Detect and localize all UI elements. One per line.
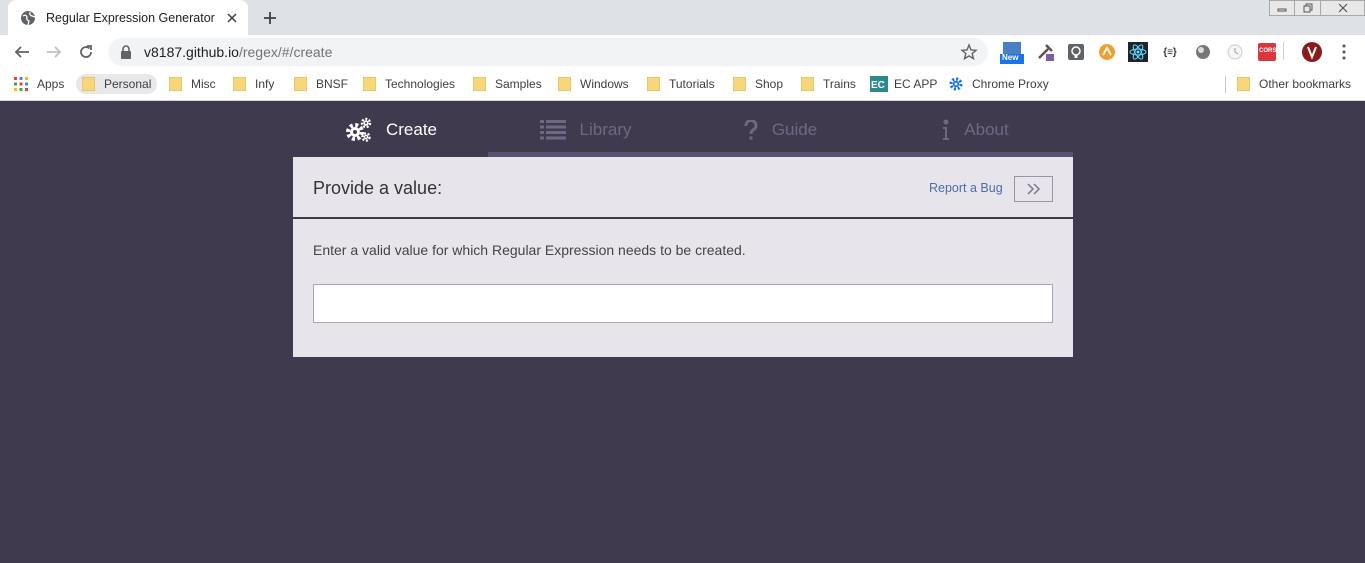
folder-icon: [800, 76, 815, 92]
browser-toolbar: v8187.github.io/regex/#/create New {≡} C…: [0, 35, 1365, 68]
bulb-extension-icon[interactable]: [1066, 42, 1086, 62]
new-extension-icon[interactable]: New: [1000, 41, 1024, 65]
gears-icon: [344, 117, 372, 143]
menu-kebab-icon[interactable]: [1334, 42, 1354, 62]
bookmark-other-bookmarks[interactable]: Other bookmarks: [1236, 74, 1351, 94]
gear-icon: [949, 77, 963, 91]
circle-extension-icon[interactable]: [1193, 42, 1213, 62]
bookmark-folder-infy[interactable]: Infy: [232, 74, 274, 94]
folder-icon: [293, 76, 308, 92]
bookmark-folder-bnsf[interactable]: BNSF: [293, 74, 348, 94]
svg-text:EC: EC: [871, 80, 885, 91]
folder-icon: [646, 76, 661, 92]
json-viewer-icon[interactable]: {≡}: [1160, 42, 1180, 62]
page-content: Create Library Guide About Provide a val…: [0, 102, 1365, 563]
bookmark-folder-tutorials[interactable]: Tutorials: [646, 74, 715, 94]
next-button[interactable]: [1014, 176, 1053, 202]
bookmark-folder-personal[interactable]: Personal: [76, 74, 158, 94]
app-nav-tabs: Create Library Guide About: [293, 102, 1073, 157]
value-input[interactable]: [313, 284, 1053, 323]
new-tab-button[interactable]: [258, 6, 282, 30]
browser-tabstrip: Regular Expression Generator: [0, 0, 1365, 35]
folder-icon: [1236, 76, 1251, 92]
report-bug-link[interactable]: Report a Bug: [929, 181, 1003, 195]
panel-header: Provide a value: Report a Bug: [293, 157, 1073, 219]
lock-icon: [120, 45, 132, 59]
cors-extension-icon[interactable]: CORS: [1257, 42, 1277, 62]
tab-about[interactable]: About: [878, 102, 1073, 157]
bookmark-folder-samples[interactable]: Samples: [472, 74, 542, 94]
instruction-text: Enter a valid value for which Regular Ex…: [313, 242, 746, 258]
folder-icon: [362, 76, 377, 92]
forward-button[interactable]: [42, 40, 66, 64]
info-icon: [942, 119, 950, 141]
double-chevron-right-icon: [1026, 183, 1041, 195]
eyedropper-extension-icon[interactable]: [1035, 42, 1055, 62]
restore-button[interactable]: [1295, 0, 1321, 16]
folder-icon: [168, 76, 183, 92]
browser-tab[interactable]: Regular Expression Generator: [8, 0, 248, 35]
folder-icon: [557, 76, 572, 92]
create-panel: Provide a value: Report a Bug Enter a va…: [293, 157, 1073, 357]
tab-guide[interactable]: Guide: [683, 102, 878, 157]
folder-icon: [232, 76, 247, 92]
tab-create[interactable]: Create: [293, 102, 488, 157]
toolbar-divider: [1283, 42, 1284, 60]
back-button[interactable]: [10, 40, 34, 64]
bookmark-folder-windows[interactable]: Windows: [557, 74, 629, 94]
folder-icon: [81, 76, 96, 92]
tab-title: Regular Expression Generator: [46, 10, 215, 25]
window-controls: [1269, 0, 1365, 18]
panel-title: Provide a value:: [313, 178, 443, 198]
bookmarks-bar: Apps Personal Misc Infy BNSF Technologie…: [0, 68, 1365, 101]
close-window-button[interactable]: [1321, 0, 1365, 16]
bookmark-star-icon[interactable]: [960, 43, 978, 61]
profile-avatar[interactable]: [1302, 42, 1322, 62]
bookmark-ec-app[interactable]: EC EC APP: [870, 74, 937, 94]
bookmark-apps[interactable]: Apps: [14, 74, 64, 94]
react-devtools-icon[interactable]: [1128, 42, 1148, 62]
question-icon: [744, 119, 758, 140]
folder-icon: [732, 76, 747, 92]
bookmark-folder-misc[interactable]: Misc: [168, 74, 216, 94]
orange-extension-icon[interactable]: [1097, 42, 1117, 62]
bookmark-folder-trains[interactable]: Trains: [800, 74, 856, 94]
minimize-button[interactable]: [1269, 0, 1295, 16]
apps-grid-icon: [14, 77, 28, 91]
bookmark-chrome-proxy[interactable]: Chrome Proxy: [949, 74, 1049, 94]
globe-icon: [20, 10, 36, 26]
list-icon: [539, 119, 566, 140]
address-bar[interactable]: v8187.github.io/regex/#/create: [108, 38, 988, 66]
bookmarks-separator: [1225, 76, 1226, 93]
bookmark-folder-technologies[interactable]: Technologies: [362, 74, 455, 94]
tab-library[interactable]: Library: [488, 102, 683, 157]
url-text: v8187.github.io/regex/#/create: [144, 44, 333, 60]
timer-extension-icon[interactable]: [1225, 42, 1245, 62]
reload-button[interactable]: [74, 40, 98, 64]
bookmark-folder-shop[interactable]: Shop: [732, 74, 783, 94]
ec-app-icon: EC: [870, 76, 888, 92]
close-icon[interactable]: [224, 10, 240, 26]
folder-icon: [472, 76, 487, 92]
